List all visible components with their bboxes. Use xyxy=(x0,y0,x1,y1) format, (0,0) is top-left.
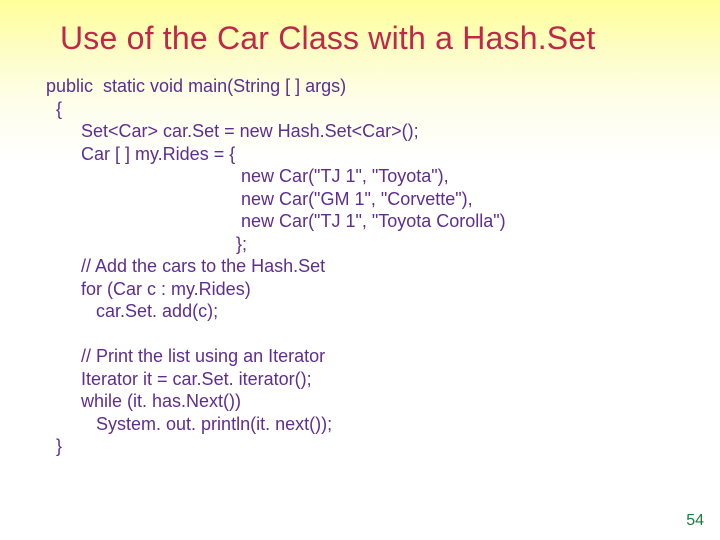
slide: Use of the Car Class with a Hash.Set pub… xyxy=(0,0,720,540)
page-number: 54 xyxy=(686,512,704,530)
slide-title: Use of the Car Class with a Hash.Set xyxy=(0,0,720,57)
code-block: public static void main(String [ ] args)… xyxy=(0,57,720,458)
